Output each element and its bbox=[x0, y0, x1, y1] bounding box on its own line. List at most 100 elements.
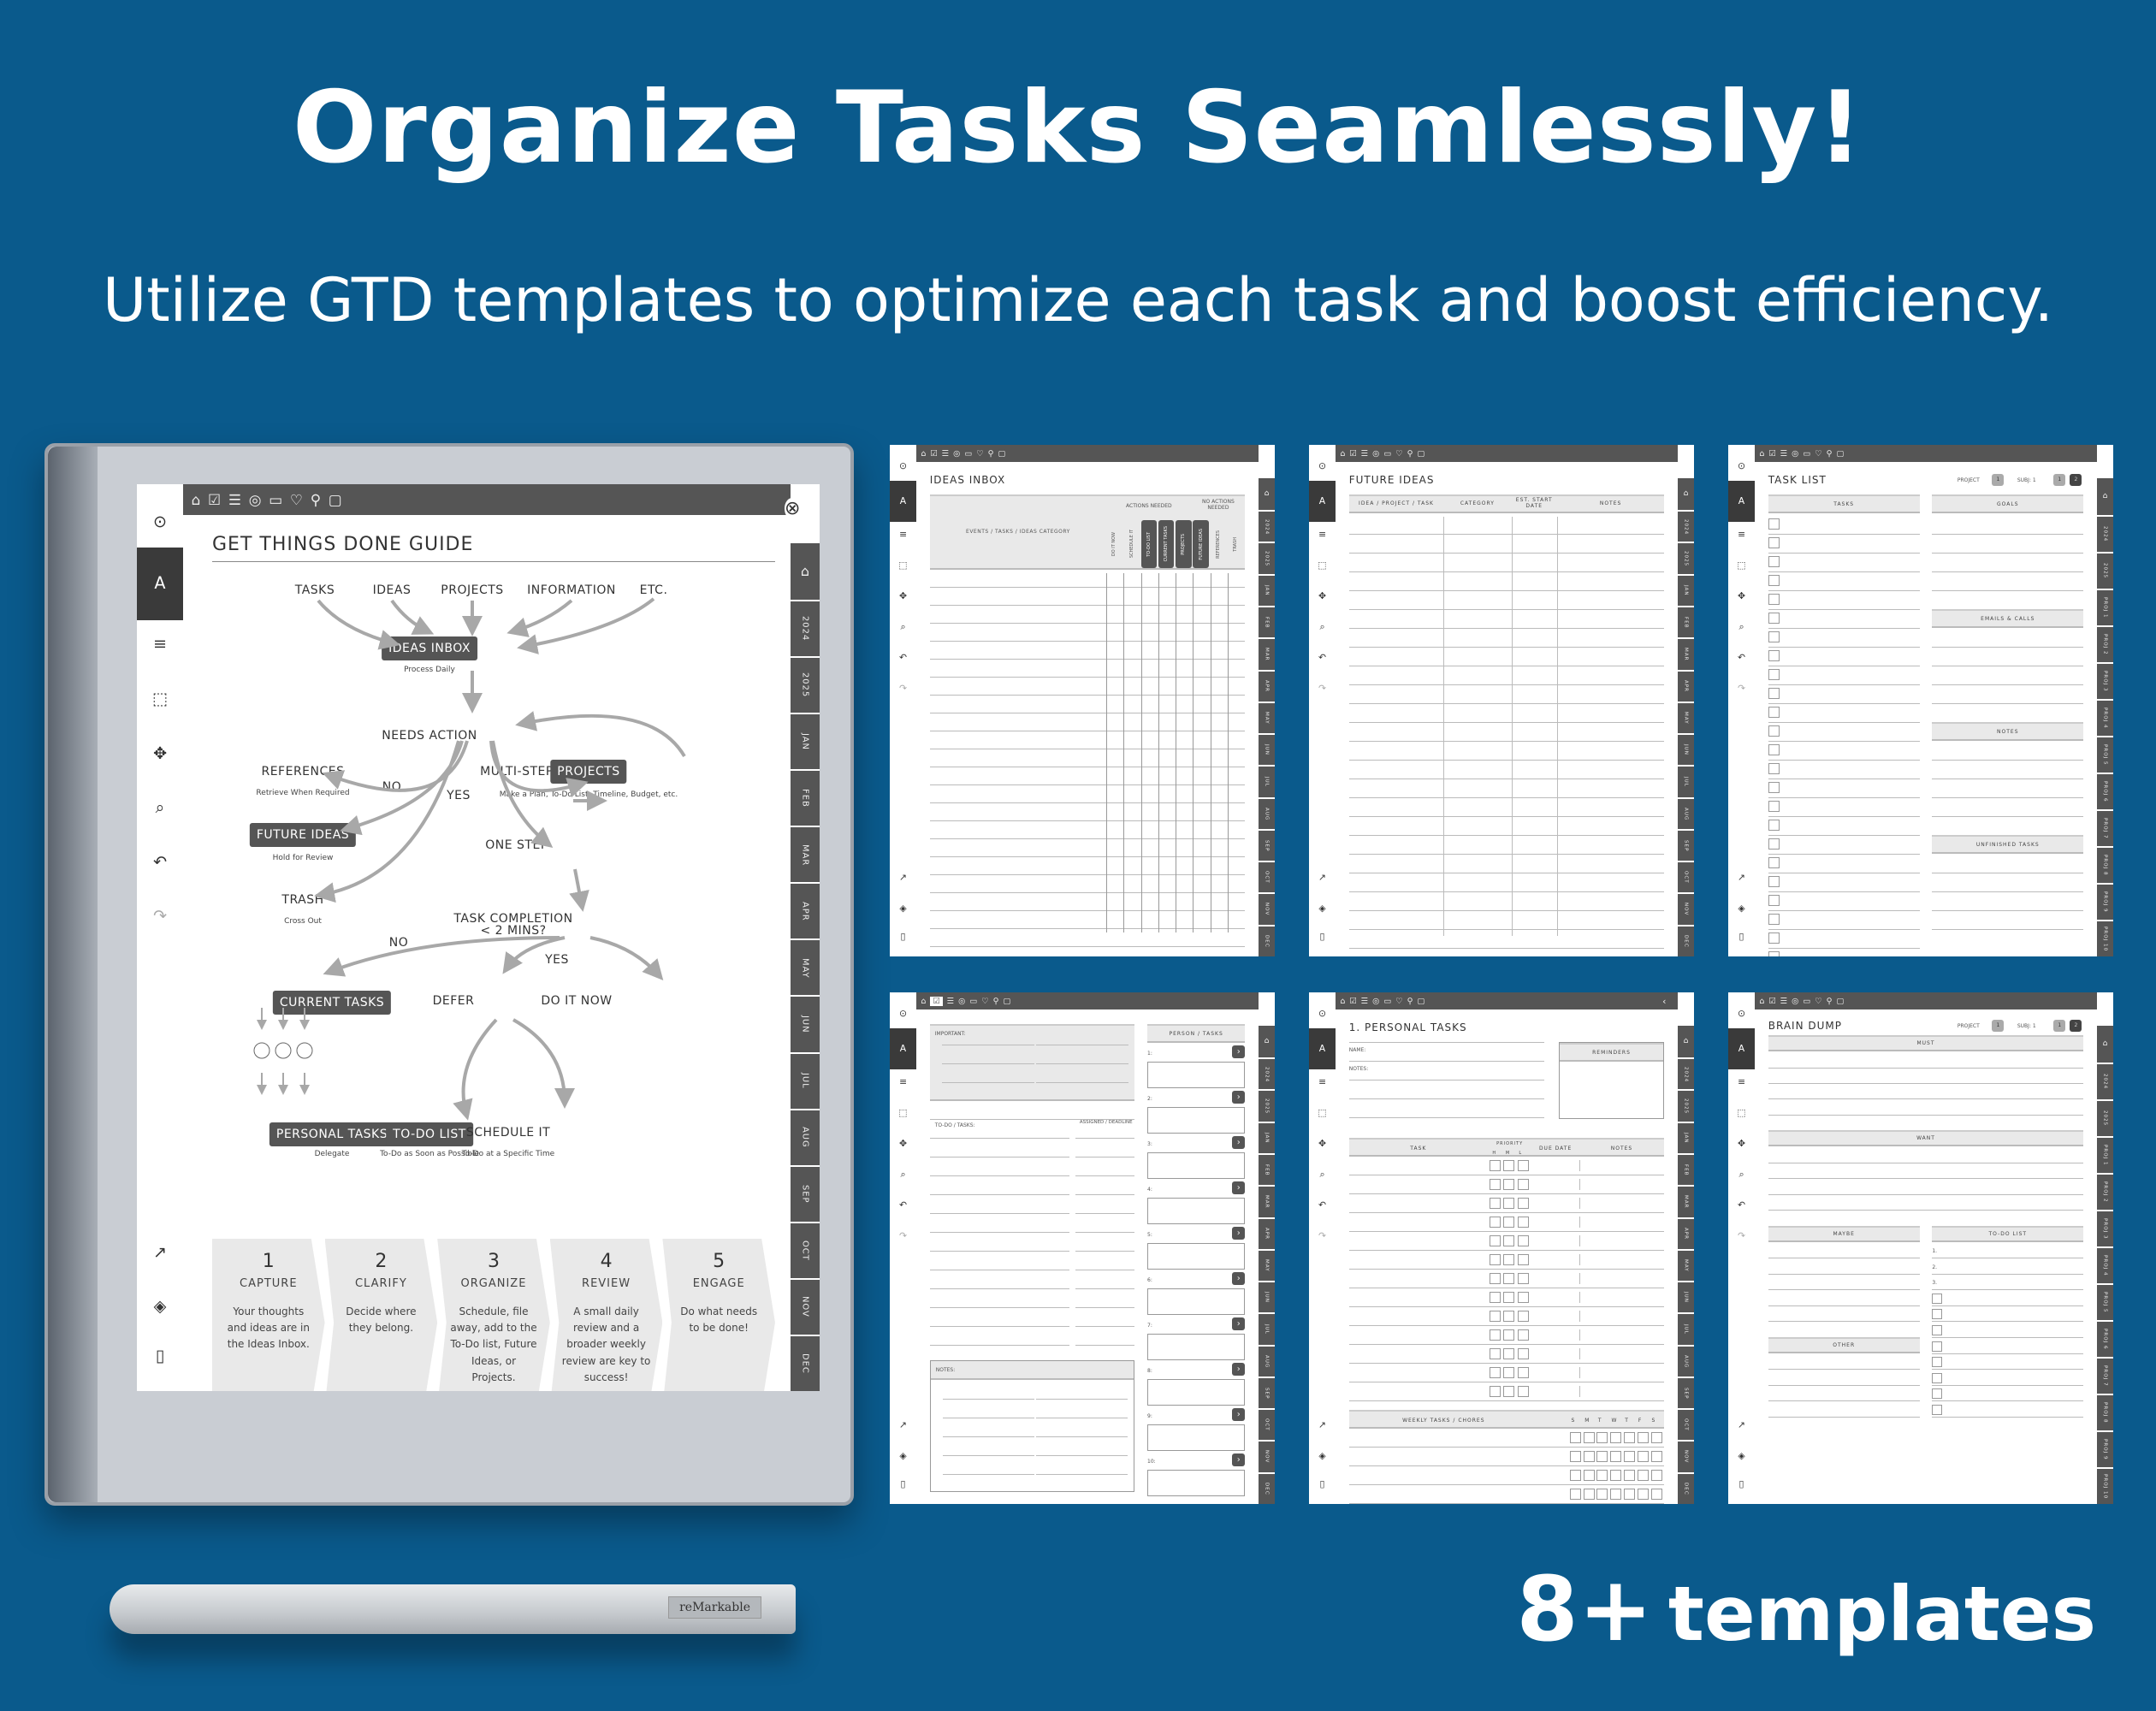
task-checkbox[interactable] bbox=[1768, 876, 1780, 887]
toolbar-button-zoom[interactable]: ⌕ bbox=[1728, 621, 1755, 633]
nav-bike[interactable]: ⚲ bbox=[311, 491, 321, 508]
tab-dec[interactable]: DEC bbox=[1259, 1471, 1275, 1504]
todo-checkbox[interactable] bbox=[1932, 1388, 1943, 1400]
tab-2024[interactable]: 2024 bbox=[1678, 510, 1694, 542]
person-expand-button[interactable]: › bbox=[1232, 1181, 1246, 1194]
tab-2024[interactable]: 2024 bbox=[791, 599, 820, 657]
tab-2024[interactable]: 2024 bbox=[1259, 510, 1275, 542]
priority-checkbox[interactable] bbox=[1489, 1160, 1501, 1171]
toolbar-button-redo[interactable]: ↷ bbox=[1309, 1230, 1336, 1242]
toolbar-button-notebook[interactable]: ▯ bbox=[1309, 1478, 1336, 1490]
nav-wallet[interactable]: ▭ bbox=[1383, 997, 1391, 1006]
nav-page[interactable]: ▢ bbox=[329, 491, 342, 508]
tab-jan[interactable]: JAN bbox=[1259, 573, 1275, 606]
nav-heart[interactable]: ♡ bbox=[1815, 997, 1821, 1006]
nav-target[interactable]: ◎ bbox=[958, 997, 965, 1006]
toolbar-button-menu-circle[interactable]: ⊙ bbox=[890, 1008, 916, 1020]
page-button-1[interactable]: 1 bbox=[2053, 1020, 2066, 1032]
nav-target[interactable]: ◎ bbox=[1372, 449, 1379, 459]
toolbar-button-pen[interactable]: A bbox=[137, 548, 183, 620]
toolbar-button-redo[interactable]: ↷ bbox=[1728, 683, 1755, 695]
nav-bike[interactable]: ⚲ bbox=[1827, 997, 1833, 1006]
weekday-checkbox[interactable] bbox=[1637, 1451, 1649, 1462]
tab-2025[interactable]: 2025 bbox=[2097, 551, 2113, 589]
toolbar-button-strokes[interactable]: ≡ bbox=[137, 633, 183, 655]
nav-clipboard[interactable]: ☰ bbox=[1361, 997, 1368, 1006]
toolbar-button-zoom[interactable]: ⌕ bbox=[890, 1169, 916, 1181]
todo-checkbox[interactable] bbox=[1932, 1293, 1943, 1304]
tab-sep[interactable]: SEP bbox=[791, 1164, 820, 1222]
priority-checkbox[interactable] bbox=[1489, 1273, 1501, 1284]
nav-wallet[interactable]: ▭ bbox=[1803, 997, 1810, 1006]
priority-checkbox[interactable] bbox=[1503, 1273, 1515, 1284]
nav-page[interactable]: ▢ bbox=[1003, 997, 1010, 1006]
toolbar-button-eraser-select[interactable]: ⬚ bbox=[890, 559, 916, 571]
tab-nov[interactable]: NOV bbox=[1678, 1440, 1694, 1472]
priority-checkbox[interactable] bbox=[1489, 1179, 1501, 1190]
nav-checkbox[interactable]: ☑ bbox=[208, 491, 221, 508]
task-checkbox[interactable] bbox=[1768, 820, 1780, 831]
tab-home[interactable]: ⌂ bbox=[1259, 1025, 1275, 1058]
task-checkbox[interactable] bbox=[1768, 932, 1780, 944]
weekday-checkbox[interactable] bbox=[1569, 1489, 1581, 1500]
tab-dec[interactable]: DEC bbox=[791, 1334, 820, 1391]
weekday-checkbox[interactable] bbox=[1637, 1432, 1649, 1443]
toolbar-button-zoom[interactable]: ⌕ bbox=[1309, 621, 1336, 633]
tab-proj-2[interactable]: PROJ 2 bbox=[2097, 625, 2113, 662]
tab-mar[interactable]: MAR bbox=[1678, 1185, 1694, 1217]
toolbar-button-notebook[interactable]: ▯ bbox=[890, 931, 916, 943]
toolbar-button-layers[interactable]: ◈ bbox=[890, 903, 916, 915]
task-checkbox[interactable] bbox=[1768, 857, 1780, 868]
weekday-checkbox[interactable] bbox=[1583, 1432, 1595, 1443]
toolbar-button-undo[interactable]: ↶ bbox=[890, 652, 916, 664]
toolbar-button-layers[interactable]: ◈ bbox=[1728, 903, 1755, 915]
tab-home[interactable]: ⌂ bbox=[1678, 477, 1694, 511]
priority-checkbox[interactable] bbox=[1503, 1179, 1515, 1190]
person-notes-box[interactable] bbox=[1147, 1334, 1246, 1360]
priority-checkbox[interactable] bbox=[1517, 1273, 1529, 1284]
tab-proj-7[interactable]: PROJ 7 bbox=[2097, 808, 2113, 846]
tab-proj-5[interactable]: PROJ 5 bbox=[2097, 1282, 2113, 1320]
person-expand-button[interactable]: › bbox=[1232, 1091, 1246, 1104]
nav-wallet[interactable]: ▭ bbox=[269, 491, 282, 508]
task-checkbox[interactable] bbox=[1768, 575, 1780, 586]
tab-jan[interactable]: JAN bbox=[1678, 1121, 1694, 1153]
toolbar-button-strokes[interactable]: ≡ bbox=[890, 1076, 916, 1088]
tab-aug[interactable]: AUG bbox=[1678, 796, 1694, 829]
tab-proj-2[interactable]: PROJ 2 bbox=[2097, 1172, 2113, 1210]
toolbar-button-move[interactable]: ✥ bbox=[1309, 590, 1336, 602]
tab-jan[interactable]: JAN bbox=[1678, 573, 1694, 606]
weekday-checkbox[interactable] bbox=[1637, 1470, 1649, 1481]
page-button-2[interactable]: 2 bbox=[2070, 474, 2082, 486]
toolbar-button-move[interactable]: ✥ bbox=[1728, 590, 1755, 602]
toolbar-button-undo[interactable]: ↶ bbox=[1309, 652, 1336, 664]
priority-checkbox[interactable] bbox=[1489, 1348, 1501, 1359]
weekday-checkbox[interactable] bbox=[1624, 1432, 1636, 1443]
tab-home[interactable]: ⌂ bbox=[1259, 477, 1275, 511]
toolbar-button-redo[interactable]: ↷ bbox=[1309, 683, 1336, 695]
task-checkbox[interactable] bbox=[1768, 801, 1780, 812]
nav-checkbox[interactable]: ☑ bbox=[930, 996, 943, 1006]
tab-proj-5[interactable]: PROJ 5 bbox=[2097, 735, 2113, 773]
nav-clipboard[interactable]: ☰ bbox=[1780, 449, 1787, 459]
tab-jun[interactable]: JUN bbox=[1259, 733, 1275, 766]
tab-jun[interactable]: JUN bbox=[1678, 733, 1694, 766]
priority-checkbox[interactable] bbox=[1503, 1367, 1515, 1378]
toolbar-button-pen[interactable]: A bbox=[1728, 480, 1755, 522]
toolbar-button-layers[interactable]: ◈ bbox=[137, 1295, 183, 1317]
task-checkbox[interactable] bbox=[1768, 650, 1780, 661]
toolbar-button-menu-circle[interactable]: ⊙ bbox=[1309, 460, 1336, 472]
toolbar-button-zoom[interactable]: ⌕ bbox=[137, 796, 183, 819]
nav-page[interactable]: ▢ bbox=[1417, 449, 1424, 459]
tab-2024[interactable]: 2024 bbox=[2097, 514, 2113, 552]
task-checkbox[interactable] bbox=[1768, 838, 1780, 850]
tab-nov[interactable]: NOV bbox=[791, 1277, 820, 1335]
tab-2025[interactable]: 2025 bbox=[1259, 542, 1275, 574]
weekday-checkbox[interactable] bbox=[1596, 1470, 1608, 1481]
tab-apr[interactable]: APR bbox=[1678, 669, 1694, 702]
nav-page[interactable]: ▢ bbox=[1417, 997, 1424, 1006]
priority-checkbox[interactable] bbox=[1489, 1254, 1501, 1265]
task-checkbox[interactable] bbox=[1768, 951, 1780, 956]
nav-target[interactable]: ◎ bbox=[1792, 449, 1798, 459]
tab-proj-6[interactable]: PROJ 6 bbox=[2097, 772, 2113, 809]
